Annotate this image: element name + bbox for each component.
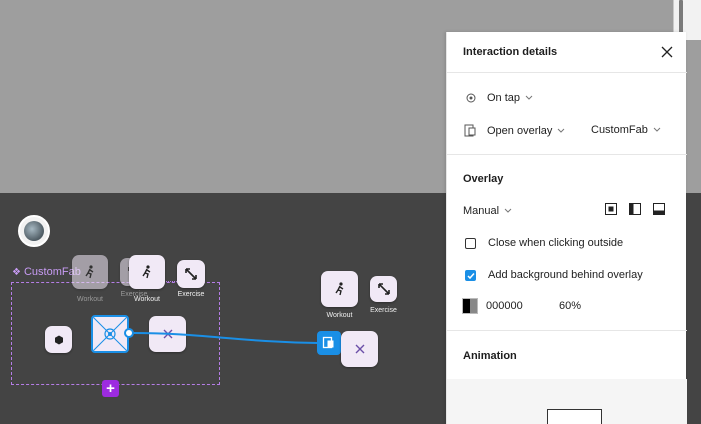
position-bottom-icon[interactable] xyxy=(653,203,665,215)
overlay-exercise-label: Exercise xyxy=(370,307,397,314)
chevron-down-icon xyxy=(557,125,565,137)
close-icon xyxy=(355,344,364,354)
chevron-down-icon xyxy=(504,205,512,217)
overlay-section-title: Overlay xyxy=(463,173,504,185)
close-outside-checkbox[interactable] xyxy=(465,237,476,249)
overlay-close-fab[interactable] xyxy=(341,331,378,367)
connection-handle[interactable] xyxy=(124,328,134,338)
overlay-position-buttons xyxy=(605,203,665,215)
run-icon xyxy=(334,282,343,296)
overlay-position-label: Manual xyxy=(463,205,500,217)
animation-preview-frame xyxy=(547,409,602,424)
overlay-position-dropdown[interactable]: Manual xyxy=(463,205,512,217)
action-dropdown[interactable]: Open overlay xyxy=(463,124,565,137)
add-background-checkbox[interactable] xyxy=(465,269,476,281)
overlay-connection-target[interactable] xyxy=(317,331,341,355)
divider xyxy=(447,72,687,73)
overlay-exercise-chip[interactable] xyxy=(370,276,397,302)
background-opacity-value[interactable]: 60% xyxy=(559,300,581,312)
divider xyxy=(447,330,687,331)
panel-title: Interaction details xyxy=(463,46,558,58)
close-outside-option[interactable]: Close when clicking outside xyxy=(465,237,623,249)
chevron-down-icon xyxy=(525,92,533,104)
trigger-label: On tap xyxy=(487,92,521,104)
tap-icon xyxy=(465,93,477,103)
close-panel-button[interactable] xyxy=(659,44,675,60)
destination-dropdown[interactable]: CustomFab xyxy=(591,124,661,136)
overlay-workout-label: Workout xyxy=(326,312,353,319)
animation-section-title: Animation xyxy=(463,350,517,362)
overlay-workout-chip[interactable] xyxy=(321,271,358,307)
overlay-icon xyxy=(322,336,334,349)
action-label: Open overlay xyxy=(487,124,553,137)
check-icon xyxy=(467,272,475,279)
chevron-down-icon xyxy=(653,124,661,136)
position-left-icon[interactable] xyxy=(629,203,641,215)
color-swatch[interactable] xyxy=(462,298,478,314)
interaction-details-panel: Interaction details On tap Open overlay … xyxy=(446,32,687,424)
expand-icon xyxy=(377,283,390,295)
divider xyxy=(447,154,687,155)
add-interaction-button[interactable]: + xyxy=(102,380,119,397)
add-background-label: Add background behind overlay xyxy=(488,269,643,281)
background-color-row[interactable]: 000000 60% xyxy=(462,298,581,314)
background-color-value[interactable]: 000000 xyxy=(486,300,559,312)
close-icon xyxy=(661,46,673,58)
overlay-icon xyxy=(463,124,477,137)
add-background-option[interactable]: Add background behind overlay xyxy=(465,269,643,281)
close-outside-label: Close when clicking outside xyxy=(488,237,624,249)
destination-label: CustomFab xyxy=(591,124,648,136)
trigger-dropdown[interactable]: On tap xyxy=(465,92,533,104)
position-center-icon[interactable] xyxy=(605,203,617,215)
